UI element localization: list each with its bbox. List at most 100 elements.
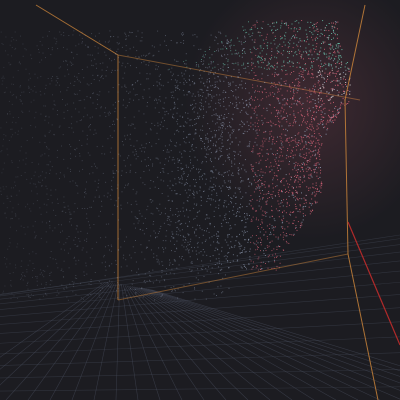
- cloud-point: [175, 87, 177, 89]
- cloud-point: [55, 258, 57, 260]
- cloud-point: [107, 112, 109, 114]
- cloud-point: [313, 169, 315, 171]
- cloud-point: [206, 200, 208, 202]
- cloud-point: [126, 265, 128, 267]
- cloud-point: [164, 213, 166, 215]
- cloud-point: [333, 22, 334, 24]
- cloud-point: [309, 168, 311, 170]
- cloud-point: [331, 39, 333, 40]
- cloud-point: [339, 82, 341, 84]
- cloud-point: [336, 116, 338, 118]
- cloud-point: [192, 74, 194, 76]
- cloud-point: [254, 243, 256, 245]
- cloud-point: [24, 172, 26, 174]
- cloud-point: [348, 70, 350, 72]
- cloud-point: [311, 209, 313, 211]
- cloud-point: [117, 69, 119, 71]
- cloud-point: [325, 123, 327, 125]
- cloud-point: [239, 124, 241, 126]
- cloud-point: [229, 143, 231, 145]
- cloud-point: [194, 298, 196, 300]
- cloud-point: [173, 97, 175, 99]
- cloud-point: [271, 267, 273, 269]
- cloud-point: [276, 21, 278, 23]
- cloud-point: [231, 141, 233, 143]
- cloud-point: [227, 260, 228, 261]
- cloud-point: [286, 112, 287, 114]
- cloud-point: [218, 257, 220, 259]
- cloud-point: [337, 80, 339, 82]
- cloud-point: [270, 94, 272, 96]
- cloud-point: [295, 199, 296, 201]
- cloud-point: [259, 174, 261, 176]
- cloud-point: [287, 183, 289, 185]
- cloud-point: [86, 134, 88, 136]
- cloud-point: [281, 118, 283, 120]
- cloud-point: [183, 184, 185, 186]
- cloud-point: [269, 104, 271, 106]
- cloud-point: [311, 115, 313, 116]
- cloud-point: [60, 270, 62, 271]
- cloud-point: [55, 173, 57, 175]
- cloud-point: [271, 130, 273, 132]
- cloud-point: [224, 46, 226, 48]
- cloud-point: [78, 100, 80, 102]
- cloud-point: [70, 51, 72, 53]
- cloud-point: [264, 172, 266, 174]
- cloud-point: [222, 63, 224, 64]
- cloud-point: [280, 142, 282, 144]
- cloud-point: [287, 57, 289, 59]
- cloud-point: [321, 116, 323, 118]
- cloud-point: [293, 233, 295, 235]
- 3d-viewport[interactable]: [0, 0, 400, 400]
- cloud-point: [277, 165, 279, 166]
- cloud-point: [75, 293, 77, 295]
- cloud-point: [294, 100, 296, 102]
- cloud-point: [100, 237, 102, 239]
- cloud-point: [170, 40, 172, 41]
- cloud-point: [39, 90, 41, 92]
- cloud-point: [69, 61, 71, 63]
- cloud-point: [261, 55, 263, 57]
- cloud-point: [243, 62, 245, 64]
- cloud-point: [104, 153, 106, 155]
- cloud-point: [317, 123, 319, 125]
- cloud-point: [301, 124, 302, 126]
- cloud-point: [223, 105, 225, 107]
- cloud-point: [268, 140, 270, 142]
- cloud-point: [128, 155, 130, 157]
- cloud-point: [39, 298, 41, 300]
- cloud-point: [61, 230, 63, 232]
- cloud-point: [335, 115, 337, 117]
- cloud-point: [197, 258, 198, 260]
- cloud-point: [148, 240, 150, 242]
- cloud-point: [271, 30, 272, 32]
- cloud-point: [59, 125, 61, 127]
- cloud-point: [337, 21, 339, 23]
- cloud-point: [229, 82, 231, 84]
- cloud-point: [296, 78, 298, 80]
- cloud-point: [202, 106, 204, 108]
- cloud-point: [289, 66, 291, 68]
- cloud-point: [237, 153, 239, 155]
- cloud-point: [176, 120, 178, 122]
- cloud-point: [308, 174, 310, 176]
- cloud-point: [187, 233, 189, 235]
- cloud-point: [267, 47, 268, 49]
- cloud-point: [213, 114, 215, 116]
- cloud-point: [188, 141, 190, 143]
- cloud-point: [219, 149, 221, 151]
- cloud-point: [49, 173, 51, 174]
- cloud-point: [164, 207, 166, 209]
- cloud-point: [86, 240, 88, 242]
- cloud-point: [298, 145, 299, 147]
- cloud-point: [229, 186, 231, 188]
- cloud-point: [11, 292, 13, 294]
- cloud-point: [301, 198, 303, 200]
- cloud-point: [259, 52, 261, 54]
- cloud-point: [259, 152, 261, 154]
- cloud-point: [256, 114, 258, 116]
- cloud-point: [139, 213, 141, 215]
- scene-canvas[interactable]: [0, 0, 400, 400]
- cloud-point: [307, 160, 309, 161]
